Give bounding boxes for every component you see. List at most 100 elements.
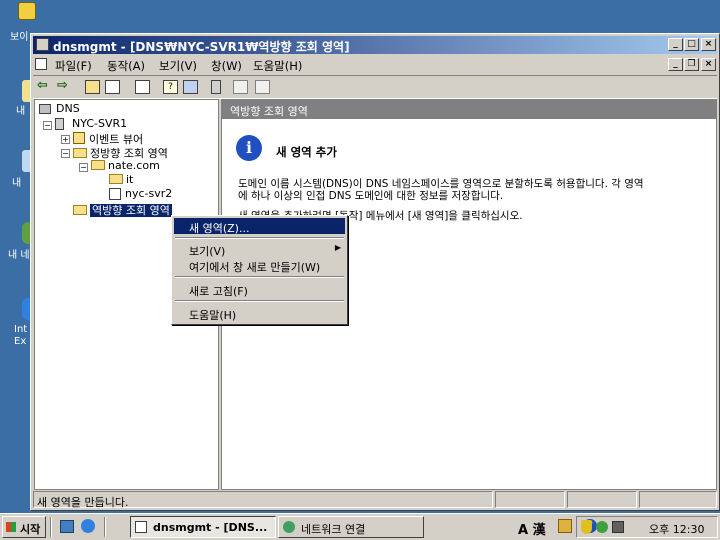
up-folder-icon[interactable]: [85, 80, 100, 94]
context-menu-view[interactable]: 보기(V) ▶: [174, 241, 345, 258]
network-status-icon[interactable]: [596, 521, 608, 533]
list-icon[interactable]: [233, 80, 248, 94]
clock[interactable]: 오후 12:30: [649, 521, 704, 537]
start-button[interactable]: 시작: [2, 516, 46, 538]
tree-node-host[interactable]: nyc-svr2: [109, 187, 172, 200]
status-panel-2: [495, 491, 565, 508]
status-panel-4: [639, 491, 717, 508]
tree-label: NYC-SVR1: [72, 117, 128, 130]
child-close-button[interactable]: ×: [701, 58, 716, 71]
language-bar[interactable]: A 漢: [518, 519, 546, 538]
help-icon[interactable]: ?: [163, 80, 178, 94]
event-viewer-icon: [73, 132, 85, 144]
minimize-button[interactable]: _: [668, 38, 683, 51]
desktop-icon-network[interactable]: 내 네: [0, 222, 34, 261]
tree-node-reverse-zones[interactable]: 역방향 조회 영역: [73, 202, 172, 218]
folder-icon: [73, 205, 87, 215]
tree-node-subfolder[interactable]: it: [109, 173, 133, 186]
menu-bar: 파일(F) 동작(A) 보기(V) 창(W) 도움말(H) _ ❐ ×: [33, 55, 717, 74]
status-panel-3: [567, 491, 637, 508]
tree-label: it: [126, 173, 134, 186]
result-pane-header: 역방향 조회 영역: [222, 100, 716, 119]
tree-node-zone[interactable]: nate.com: [91, 159, 160, 172]
tree-node-server[interactable]: NYC-SVR1: [55, 117, 127, 130]
window-title: dnsmgmt - [DNS₩NYC-SVR1₩역방향 조회 영역]: [53, 40, 350, 54]
console-window-icon: [35, 58, 47, 70]
mmc-window: dnsmgmt - [DNS₩NYC-SVR1₩역방향 조회 영역] _ □ ×…: [30, 33, 720, 511]
help-file-icon: [18, 2, 36, 20]
menu-help[interactable]: 도움말(H): [253, 58, 302, 74]
back-icon[interactable]: ⇦: [37, 79, 52, 94]
desktop-icon-label: 내: [16, 106, 26, 117]
tree-node-dns[interactable]: DNS: [39, 102, 80, 115]
menu-file[interactable]: 파일(F): [55, 58, 92, 74]
status-bar: 새 영역을 만듭니다.: [33, 491, 493, 509]
forward-icon[interactable]: ⇨: [57, 79, 72, 94]
taskbar-task-dnsmgmt[interactable]: dnsmgmt - [DNS...: [130, 516, 276, 538]
close-button[interactable]: ×: [701, 38, 716, 51]
menu-window[interactable]: 창(W): [211, 58, 242, 74]
tree-label-selected: 역방향 조회 영역: [90, 204, 172, 217]
task-label: 네트워크 연결: [301, 523, 366, 536]
tree-label: nate.com: [108, 159, 160, 172]
folder-icon: [73, 148, 87, 158]
context-menu-new-zone[interactable]: 새 영역(Z)...: [174, 218, 345, 235]
show-desktop-icon[interactable]: [60, 520, 74, 533]
menu-item-label: 새로 고침(F): [189, 285, 248, 298]
desktop-icon-label: 보이: [10, 32, 29, 43]
taskbar: 시작 dnsmgmt - [DNS... 네트워크 연결 A 漢 ? 오후 12…: [0, 513, 720, 540]
desktop-icon-label: 내: [12, 178, 22, 189]
zone-icon: [91, 160, 105, 170]
taskbar-divider: [104, 517, 106, 537]
task-label: dnsmgmt - [DNS...: [153, 521, 268, 534]
start-label: 시작: [20, 523, 41, 536]
menu-separator: [175, 237, 344, 239]
status-text: 새 영역을 만듭니다.: [37, 496, 129, 509]
child-restore-button[interactable]: ❐: [684, 58, 699, 71]
collapse-zone-toggle[interactable]: −: [79, 163, 88, 172]
desktop-icon-help[interactable]: 보이: [0, 2, 36, 43]
show-tree-icon[interactable]: [105, 80, 120, 94]
context-menu-new-window[interactable]: 여기에서 창 새로 만들기(W): [174, 257, 345, 274]
collapse-server-toggle[interactable]: −: [43, 121, 52, 130]
desktop-icon-ie[interactable]: Int Ex: [0, 298, 34, 347]
submenu-arrow-icon: ▶: [334, 243, 341, 252]
windows-logo-icon: [6, 522, 16, 532]
menu-item-label: 도움말(H): [189, 309, 237, 322]
desktop-icon-computer[interactable]: 내: [0, 150, 34, 189]
desktop-icon-label: 내 네: [8, 250, 30, 261]
window-app-icon: [36, 38, 49, 51]
server-icon: [55, 118, 64, 130]
menu-item-label: 새 영역(Z)...: [189, 222, 250, 235]
title-bar[interactable]: dnsmgmt - [DNS₩NYC-SVR1₩역방향 조회 영역] _ □ ×: [33, 36, 717, 54]
internet-explorer-icon[interactable]: [81, 519, 95, 533]
menu-view[interactable]: 보기(V): [159, 58, 197, 74]
expand-event-viewer-toggle[interactable]: +: [61, 135, 70, 144]
menu-separator: [175, 300, 344, 302]
result-pane-title: 역방향 조회 영역: [230, 105, 308, 118]
info-icon: i: [236, 135, 262, 161]
context-menu-help[interactable]: 도움말(H): [174, 305, 345, 322]
context-menu-refresh[interactable]: 새로 고침(F): [174, 281, 345, 298]
system-tray: 오후 12:30: [576, 516, 718, 538]
ime-tray-icon[interactable]: [612, 521, 624, 533]
maximize-button[interactable]: □: [684, 38, 699, 51]
server-icon[interactable]: [211, 80, 221, 94]
console-icon[interactable]: [183, 80, 198, 94]
ime-settings-icon[interactable]: [558, 519, 572, 533]
menu-separator: [175, 276, 344, 278]
folder-icon: [109, 174, 123, 184]
details-icon[interactable]: [255, 80, 270, 94]
context-menu: 새 영역(Z)... 보기(V) ▶ 여기에서 창 새로 만들기(W) 새로 고…: [171, 215, 348, 325]
collapse-forward-zones-toggle[interactable]: −: [61, 149, 70, 158]
taskbar-task-network[interactable]: 네트워크 연결: [278, 516, 424, 538]
network-connections-icon: [283, 521, 295, 533]
export-icon[interactable]: [135, 80, 150, 94]
security-shield-icon[interactable]: [581, 520, 592, 534]
menu-action[interactable]: 동작(A): [107, 58, 145, 74]
child-minimize-button[interactable]: _: [668, 58, 683, 71]
tree-label: nyc-svr2: [125, 187, 173, 200]
desktop-icon-documents[interactable]: 내: [0, 80, 34, 117]
info-title: 새 영역 추가: [276, 145, 337, 159]
tree-label: DNS: [56, 102, 80, 115]
